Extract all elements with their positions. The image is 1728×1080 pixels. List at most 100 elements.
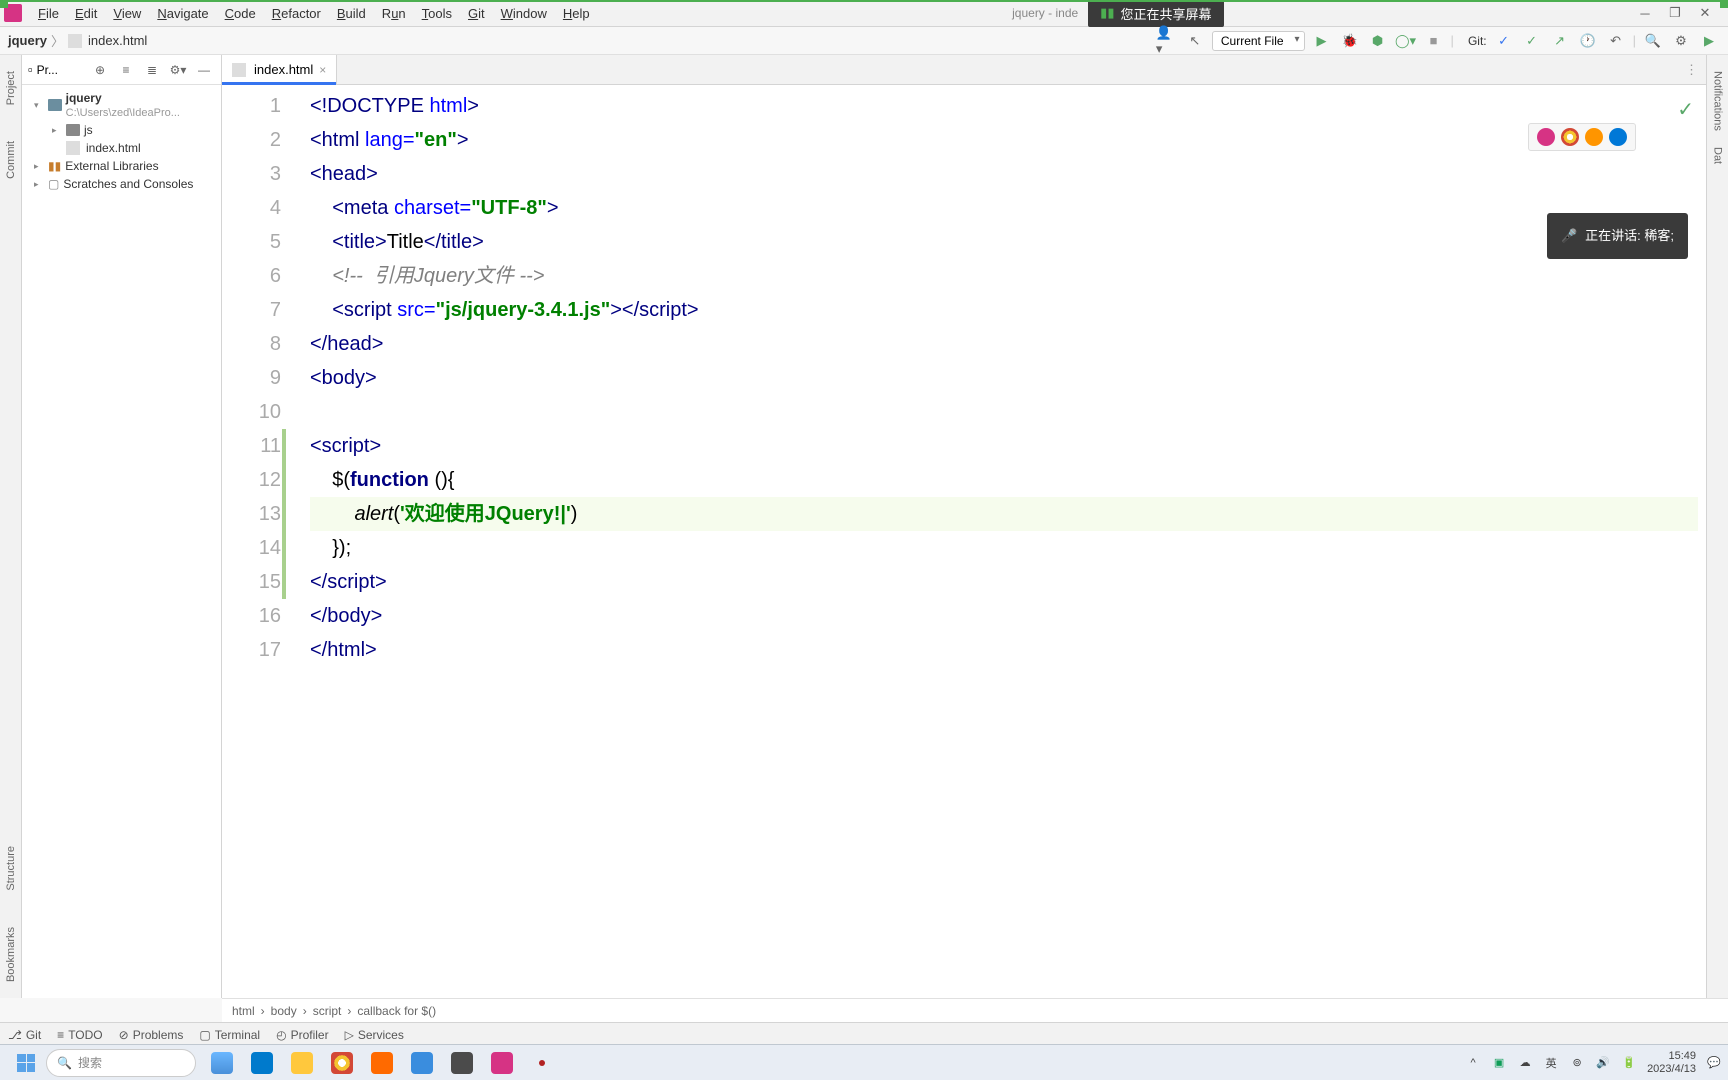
menu-help[interactable]: Help (555, 3, 598, 24)
tray-meet-icon[interactable]: ▣ (1491, 1055, 1507, 1071)
taskbar-app-blue[interactable] (406, 1049, 438, 1077)
settings-icon[interactable]: ⚙ (1670, 30, 1692, 52)
tree-external-libs[interactable]: ▸ ▮▮ External Libraries (22, 157, 221, 175)
breadcrumb-file[interactable]: index.html (88, 33, 147, 48)
sharing-notice: ▮▮ 您正在共享屏幕 (1088, 0, 1223, 27)
search-icon: 🔍 (57, 1056, 72, 1070)
start-button[interactable] (6, 1048, 46, 1078)
bottom-tool-tabs: ⎇Git ≡TODO ⊘Problems ▢Terminal ◴Profiler… (0, 1022, 1728, 1046)
html-file-icon (66, 141, 80, 155)
menu-view[interactable]: View (105, 3, 149, 24)
menu-window[interactable]: Window (493, 3, 555, 24)
commit-tool-button[interactable]: Commit (5, 133, 17, 187)
html-file-icon (68, 34, 82, 48)
close-button[interactable]: ✕ (1698, 6, 1712, 20)
menu-file[interactable]: File (30, 3, 67, 24)
right-tool-bar: Notifications Dat (1706, 55, 1728, 998)
git-push-icon[interactable]: ↗ (1549, 30, 1571, 52)
line-gutter[interactable]: 1 2 3 4 5 6 7 8 9 10 11 12 13💡 14 15 16 … (222, 85, 302, 998)
project-title: Pr... (37, 63, 85, 77)
taskbar-app-vscode[interactable] (246, 1049, 278, 1077)
navigation-bar: jquery 〉 index.html 👤▾ ↖ Current File ▶ … (0, 27, 1728, 55)
todo-tab[interactable]: ≡TODO (57, 1028, 102, 1042)
window-title: jquery - inde (1012, 6, 1078, 20)
select-opened-icon[interactable]: ⊕ (89, 59, 111, 81)
run-config-dropdown[interactable]: Current File (1212, 31, 1305, 51)
notifications-tool-button[interactable]: Notifications (1712, 63, 1724, 139)
tree-file-index[interactable]: index.html (22, 139, 221, 157)
git-toolbar-label: Git: (1468, 34, 1487, 48)
build-icon[interactable]: ↖ (1184, 30, 1206, 52)
git-history-icon[interactable]: 🕐 (1577, 30, 1599, 52)
tray-wifi-icon[interactable]: ⊚ (1569, 1055, 1585, 1071)
tray-battery-icon[interactable]: 🔋 (1621, 1055, 1637, 1071)
bookmarks-tool-button[interactable]: Bookmarks (5, 919, 17, 990)
close-tab-icon[interactable]: × (319, 63, 326, 77)
code-editor[interactable]: ✓ 🎤 正在讲话: 稀客; 1 2 3 4 5 6 7 8 9 (222, 85, 1706, 998)
run-button[interactable]: ▶ (1311, 30, 1333, 52)
project-panel: ▫ Pr... ⊕ ≡ ≣ ⚙▾ — ▾ jquery C:\Users\zed… (22, 55, 222, 998)
collapse-all-icon[interactable]: ≣ (141, 59, 163, 81)
debug-button[interactable]: 🐞 (1339, 30, 1361, 52)
tray-clock[interactable]: 15:49 2023/4/13 (1647, 1050, 1696, 1076)
taskbar-app-explorer[interactable] (286, 1049, 318, 1077)
menu-git[interactable]: Git (460, 3, 493, 24)
project-tree[interactable]: ▾ jquery C:\Users\zed\IdeaPro... ▸ js in… (22, 85, 221, 197)
structure-tool-button[interactable]: Structure (5, 838, 17, 899)
tray-notification-icon[interactable]: 💬 (1706, 1055, 1722, 1071)
menu-bar: File Edit View Navigate Code Refactor Bu… (0, 0, 1728, 27)
windows-taskbar: 🔍 搜索 ^ ▣ ☁ 英 ⊚ 🔊 🔋 15:49 2023/4/13 💬 (0, 1044, 1728, 1080)
taskbar-app-widgets[interactable] (206, 1049, 238, 1077)
tabs-menu-icon[interactable]: ⋮ (1685, 62, 1706, 78)
user-icon[interactable]: 👤▾ (1156, 30, 1178, 52)
hide-panel-icon[interactable]: — (193, 59, 215, 81)
expand-all-icon[interactable]: ≡ (115, 59, 137, 81)
tray-chevron-icon[interactable]: ^ (1465, 1055, 1481, 1071)
services-tab[interactable]: ▷Services (345, 1028, 404, 1042)
settings-gear-icon[interactable]: ⚙▾ (167, 59, 189, 81)
stop-button[interactable]: ■ (1423, 30, 1445, 52)
git-rollback-icon[interactable]: ↶ (1605, 30, 1627, 52)
tree-root[interactable]: ▾ jquery C:\Users\zed\IdeaPro... (22, 89, 221, 121)
git-update-icon[interactable]: ✓ (1493, 30, 1515, 52)
taskbar-app-intellij[interactable] (486, 1049, 518, 1077)
git-tab[interactable]: ⎇Git (8, 1028, 41, 1042)
tray-onedrive-icon[interactable]: ☁ (1517, 1055, 1533, 1071)
database-tool-button[interactable]: Dat (1712, 139, 1724, 172)
terminal-tab[interactable]: ▢Terminal (199, 1028, 260, 1042)
tree-folder-js[interactable]: ▸ js (22, 121, 221, 139)
taskbar-search[interactable]: 🔍 搜索 (46, 1049, 196, 1077)
tree-scratches[interactable]: ▸ ▢ Scratches and Consoles (22, 175, 221, 193)
menu-run[interactable]: Run (374, 3, 414, 24)
editor-breadcrumb[interactable]: html› body› script› callback for $() (222, 998, 1728, 1022)
taskbar-app-sublime[interactable] (446, 1049, 478, 1077)
left-tool-bar: Project Commit Structure Bookmarks (0, 55, 22, 998)
editor: index.html × ⋮ ✓ 🎤 正在讲话: 稀客; 1 2 3 (222, 55, 1706, 998)
search-icon[interactable]: 🔍 (1642, 30, 1664, 52)
project-tool-button[interactable]: Project (5, 63, 17, 113)
menu-tools[interactable]: Tools (414, 3, 460, 24)
maximize-button[interactable]: ❐ (1668, 6, 1682, 20)
taskbar-app-dot[interactable] (526, 1049, 558, 1077)
taskbar-app-orange[interactable] (366, 1049, 398, 1077)
git-commit-icon[interactable]: ✓ (1521, 30, 1543, 52)
html-file-icon (232, 63, 246, 77)
menu-edit[interactable]: Edit (67, 3, 105, 24)
menu-refactor[interactable]: Refactor (264, 3, 329, 24)
tray-volume-icon[interactable]: 🔊 (1595, 1055, 1611, 1071)
tray-ime[interactable]: 英 (1543, 1055, 1559, 1071)
minimize-button[interactable]: ─ (1638, 6, 1652, 20)
breadcrumb-project[interactable]: jquery (8, 33, 47, 48)
project-view-icon[interactable]: ▫ (28, 62, 33, 77)
menu-navigate[interactable]: Navigate (149, 3, 216, 24)
editor-tabs: index.html × ⋮ (222, 55, 1706, 85)
profiler-tab[interactable]: ◴Profiler (276, 1028, 329, 1042)
taskbar-app-chrome[interactable] (326, 1049, 358, 1077)
menu-code[interactable]: Code (217, 3, 264, 24)
problems-tab[interactable]: ⊘Problems (119, 1028, 184, 1042)
coverage-button[interactable]: ⬢ (1367, 30, 1389, 52)
menu-build[interactable]: Build (329, 3, 374, 24)
editor-tab-index[interactable]: index.html × (222, 55, 337, 84)
ide-icon[interactable]: ▶ (1698, 30, 1720, 52)
profile-button[interactable]: ◯▾ (1395, 30, 1417, 52)
